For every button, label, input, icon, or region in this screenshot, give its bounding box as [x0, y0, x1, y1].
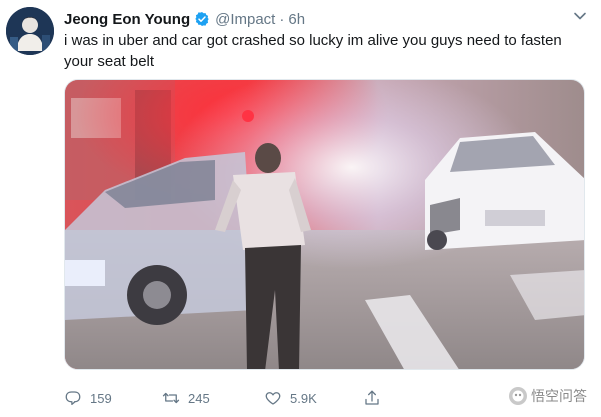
tweet-text: i was in uber and car got crashed so luc… — [64, 32, 562, 70]
wukong-logo-icon — [509, 387, 527, 405]
retweet-button[interactable]: 245 — [162, 389, 210, 407]
reply-button[interactable]: 159 — [64, 389, 112, 407]
reply-count: 159 — [90, 390, 112, 406]
tweet-photo[interactable] — [64, 79, 585, 370]
avatar[interactable] — [6, 7, 54, 55]
share-button[interactable] — [363, 389, 381, 407]
share-icon — [365, 390, 379, 405]
author-name[interactable]: Jeong Eon Young — [64, 11, 190, 28]
like-button[interactable]: 5.9K — [264, 389, 317, 407]
retweet-icon — [162, 392, 180, 404]
separator-dot: · — [279, 10, 285, 28]
watermark: 悟空问答 — [508, 385, 587, 407]
watermark-text: 悟空问答 — [531, 388, 587, 404]
chevron-down-icon[interactable] — [573, 9, 587, 23]
author-handle[interactable]: @Impact — [215, 11, 275, 28]
tweet-card[interactable]: Jeong Eon Young @Impact · 6h i was in ub… — [0, 0, 601, 417]
heart-icon — [265, 392, 281, 405]
tweet-timestamp[interactable]: 6h — [288, 11, 305, 28]
avatar-image — [6, 7, 54, 55]
retweet-count: 245 — [188, 390, 210, 406]
verified-badge-icon — [194, 11, 210, 27]
like-count: 5.9K — [290, 390, 317, 406]
tweet-header: Jeong Eon Young @Impact · 6h — [64, 8, 305, 30]
crash-scene-image — [65, 80, 584, 369]
reply-icon — [65, 391, 81, 406]
